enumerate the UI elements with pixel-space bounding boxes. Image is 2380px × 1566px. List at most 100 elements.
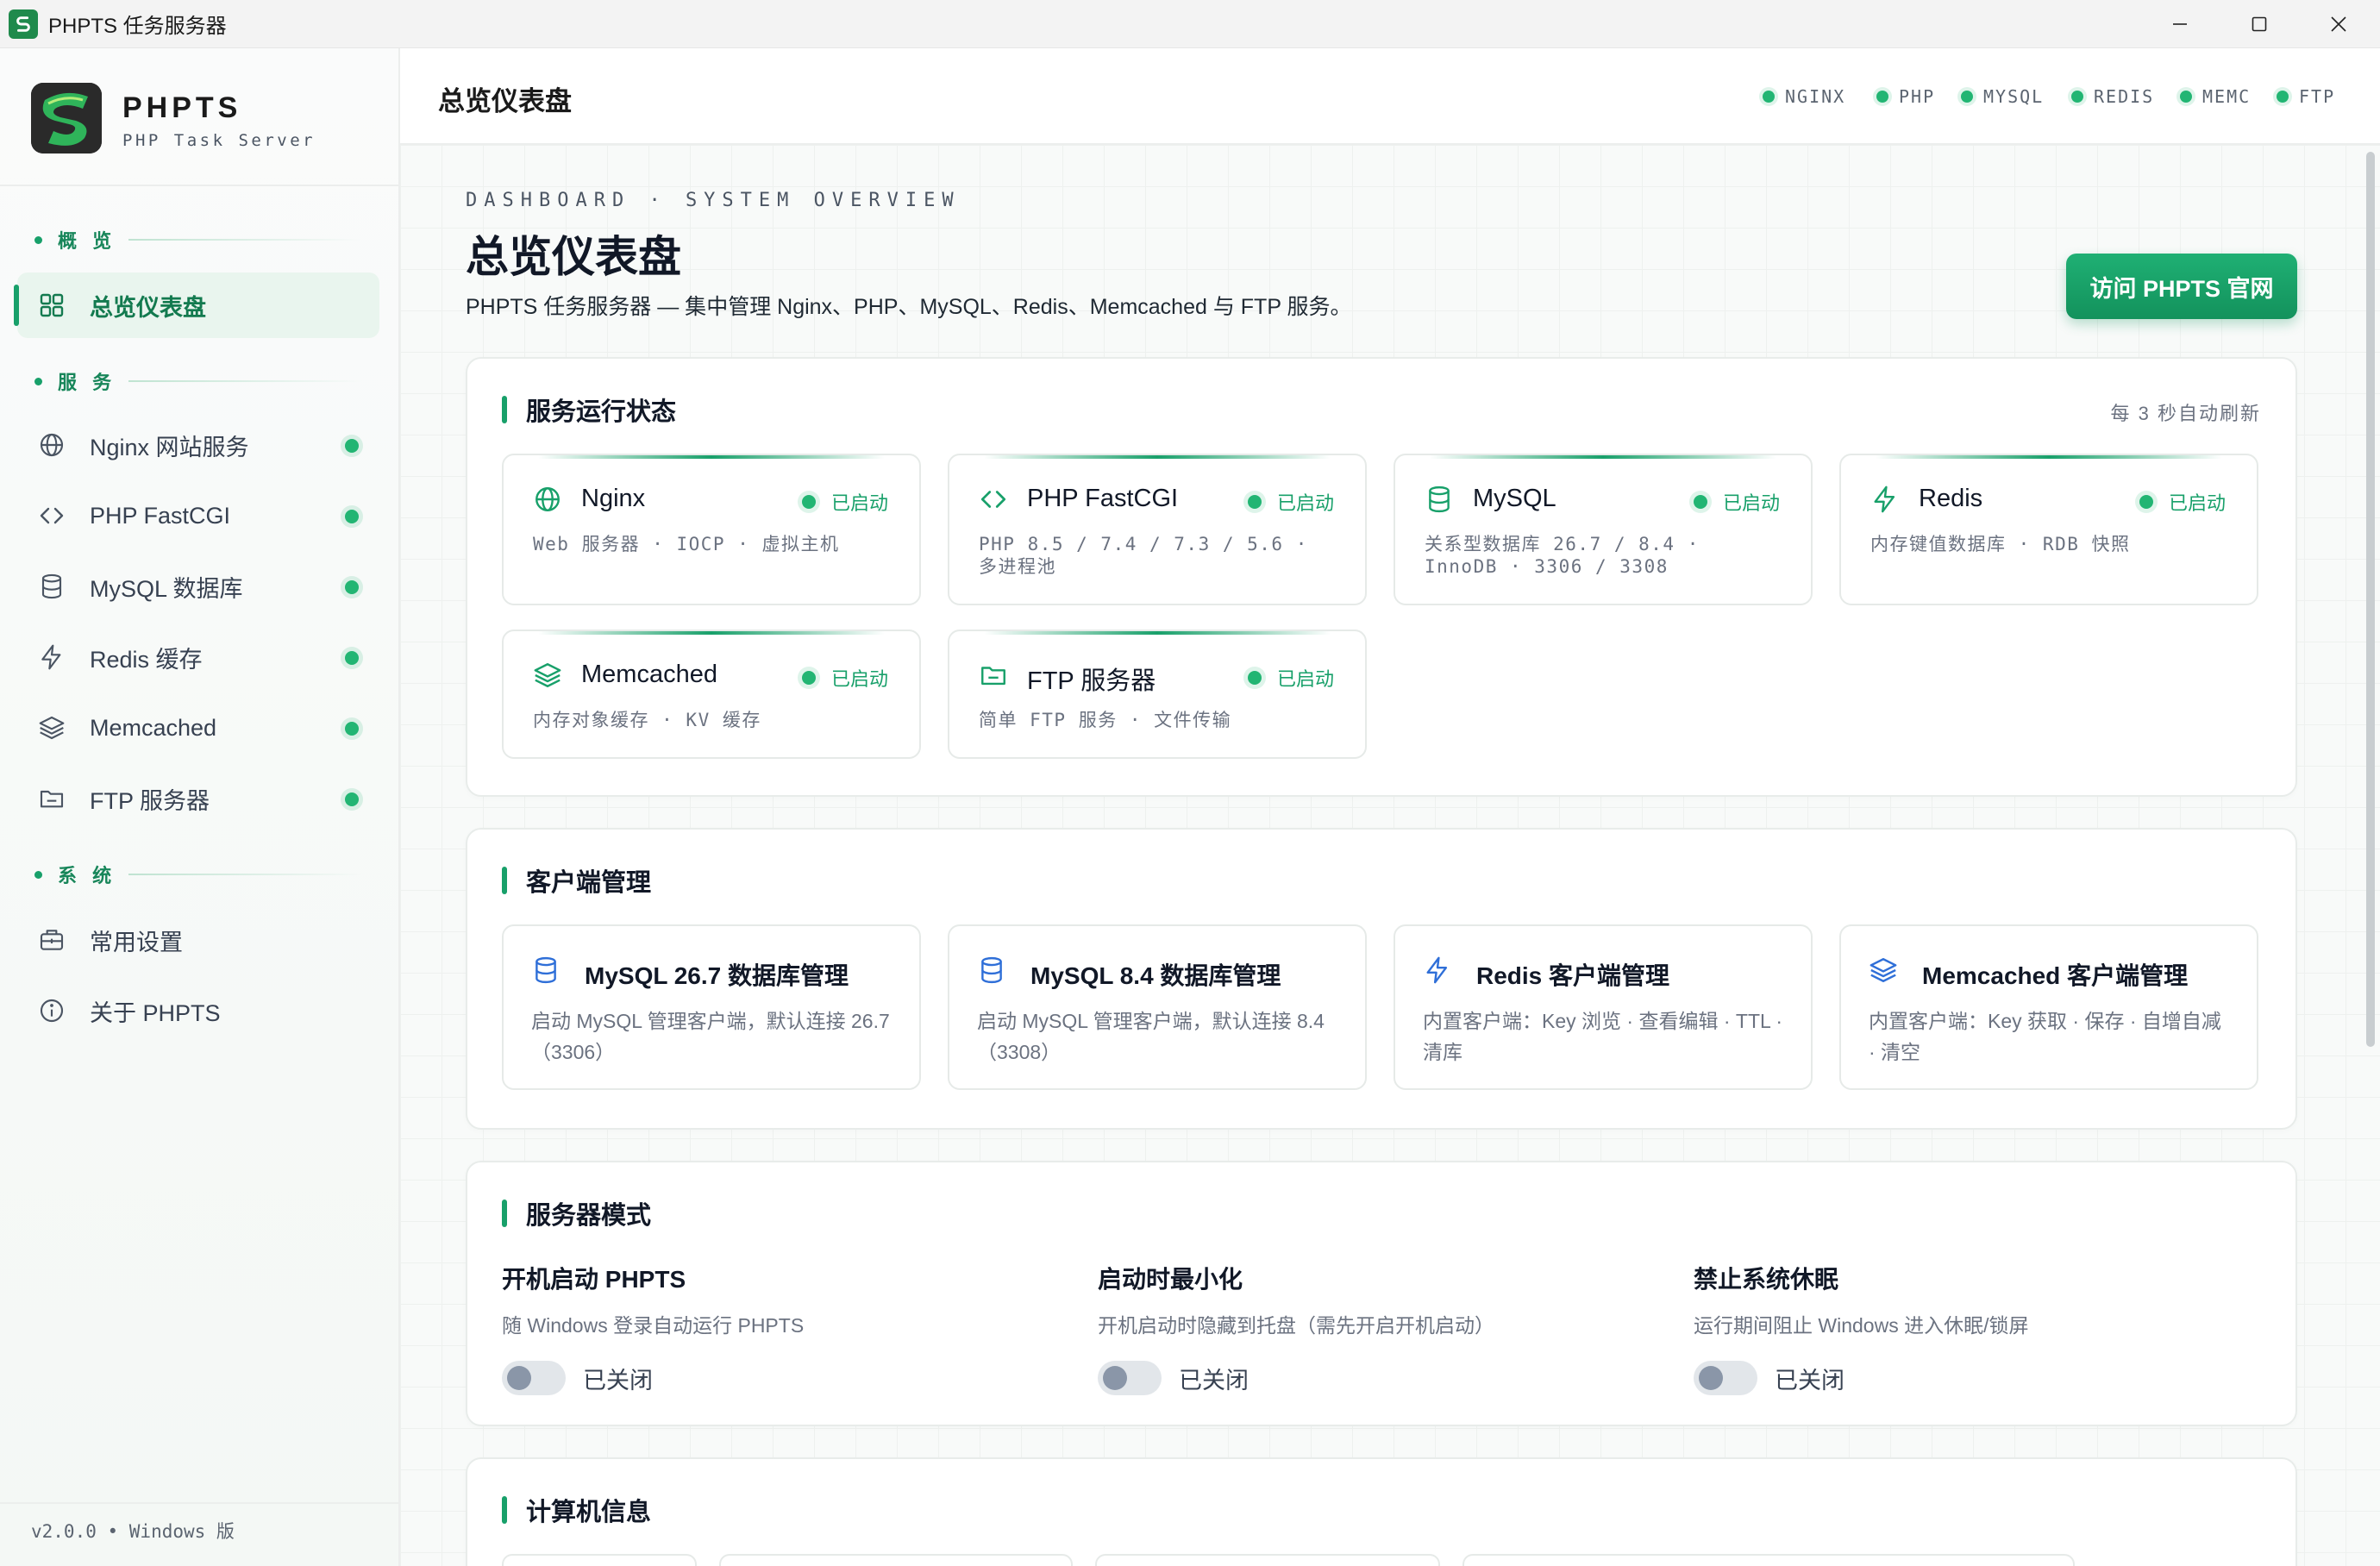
- client-card-mysql-26-7[interactable]: MySQL 26.7 数据库管理 启动 MySQL 管理客户端，默认连接 26.…: [502, 924, 921, 1090]
- service-name: Redis: [1919, 485, 1983, 512]
- visit-website-button[interactable]: 访问 PHPTS 官网: [2066, 254, 2297, 319]
- service-status-panel: 服务运行状态 每 3 秒自动刷新 Nginx 已启动 Web 服务器 · IOC…: [466, 357, 2297, 797]
- maximize-button[interactable]: [2220, 0, 2299, 48]
- sidebar-item-label: PHP FastCGI: [90, 502, 231, 529]
- client-name: MySQL 26.7 数据库管理: [585, 962, 849, 989]
- info-card: [502, 1554, 697, 1566]
- option-start-minimized: 启动时最小化 开机启动时隐藏到托盘（需先开启开机启动） 已关闭: [1098, 1261, 1650, 1395]
- status-chip-redis: REDIS: [2071, 85, 2154, 109]
- sidebar-item-dashboard[interactable]: 总览仪表盘: [14, 272, 379, 338]
- service-card-redis[interactable]: Redis 已启动 内存键值数据库 · RDB 快照: [1839, 454, 2258, 605]
- service-desc: PHP 8.5 / 7.4 / 7.3 / 5.6 · 多进程池: [979, 534, 1308, 577]
- page-description: PHPTS 任务服务器 — 集中管理 Nginx、PHP、MySQL、Redis…: [466, 295, 1352, 319]
- sidebar-item-label: Memcached: [90, 714, 217, 741]
- nav-section-system: 系 统: [34, 859, 362, 890]
- autostart-toggle[interactable]: [502, 1361, 566, 1395]
- panel-header: 客户端管理: [502, 866, 651, 897]
- folder-icon: [981, 667, 1005, 686]
- client-management-panel: 客户端管理 MySQL 26.7 数据库管理 启动 MySQL 管理客户端，默认…: [466, 828, 2297, 1130]
- database-icon: [981, 956, 1002, 984]
- layers-icon: [1870, 958, 1897, 982]
- prevent-sleep-toggle[interactable]: [1694, 1361, 1757, 1395]
- client-name: Redis 客户端管理: [1476, 962, 1670, 989]
- sidebar-item-mysql[interactable]: MySQL 数据库: [17, 554, 379, 619]
- info-card: [719, 1554, 1073, 1566]
- sidebar-item-ftp[interactable]: FTP 服务器: [17, 766, 379, 831]
- toggle-knob: [1103, 1366, 1127, 1390]
- sidebar-item-nginx[interactable]: Nginx 网站服务: [17, 412, 379, 478]
- client-card-mysql-8-4[interactable]: MySQL 8.4 数据库管理 启动 MySQL 管理客户端，默认连接 8.4（…: [948, 924, 1367, 1090]
- service-card-ftp[interactable]: FTP 服务器 已启动 简单 FTP 服务 · 文件传输: [948, 630, 1367, 759]
- page-title: 总览仪表盘: [466, 233, 681, 281]
- service-card-php[interactable]: PHP FastCGI 已启动 PHP 8.5 / 7.4 / 7.3 / 5.…: [948, 454, 1367, 605]
- start-minimized-toggle[interactable]: [1098, 1361, 1162, 1395]
- sidebar-item-label: FTP 服务器: [90, 787, 210, 814]
- sidebar: PHPTS PHP Task Server 概 览 总览仪表盘 服 务 Ngin…: [0, 48, 400, 1566]
- info-card: [1095, 1554, 1440, 1566]
- option-autostart: 开机启动 PHPTS 随 Windows 登录自动运行 PHPTS 已关闭: [502, 1261, 1054, 1395]
- server-mode-panel: 服务器模式 开机启动 PHPTS 随 Windows 登录自动运行 PHPTS …: [466, 1161, 2297, 1426]
- app-logo-icon: [9, 9, 38, 39]
- status-chip-memc: MEMC: [2180, 85, 2251, 109]
- status-badge: 已启动: [1247, 488, 1334, 516]
- client-card-memcached[interactable]: Memcached 客户端管理 内置客户端：Key 获取 · 保存 · 自增自减…: [1839, 924, 2258, 1090]
- service-desc: 简单 FTP 服务 · 文件传输: [979, 710, 1232, 730]
- window-title: PHPTS 任务服务器: [48, 15, 227, 38]
- client-desc: 启动 MySQL 管理客户端，默认连接 26.7（3306）: [531, 1010, 890, 1063]
- database-icon: [536, 956, 556, 984]
- layers-icon: [534, 663, 561, 687]
- toolbox-icon: [40, 930, 64, 950]
- status-dot: [345, 792, 359, 806]
- window-titlebar: PHPTS 任务服务器: [0, 0, 2380, 48]
- bolt-icon: [41, 644, 61, 670]
- sidebar-item-label: MySQL 数据库: [90, 575, 243, 602]
- service-desc: 内存对象缓存 · KV 缓存: [533, 710, 761, 730]
- client-name: MySQL 8.4 数据库管理: [1030, 962, 1281, 989]
- status-badge: 已启动: [1693, 488, 1780, 516]
- globe-icon: [536, 487, 560, 511]
- close-button[interactable]: [2299, 0, 2378, 48]
- layers-icon: [39, 716, 65, 740]
- info-card: [1462, 1554, 2075, 1566]
- scrollbar[interactable]: [2366, 152, 2375, 1047]
- sidebar-item-settings[interactable]: 常用设置: [17, 907, 379, 973]
- database-icon: [41, 573, 62, 599]
- code-icon: [980, 491, 1006, 508]
- minimize-button[interactable]: [2140, 0, 2220, 48]
- status-dot: [345, 510, 359, 523]
- panel-header: 服务运行状态: [502, 395, 676, 426]
- sidebar-item-memcached[interactable]: Memcached: [17, 695, 379, 761]
- service-card-mysql[interactable]: MySQL 已启动 关系型数据库 26.7 / 8.4 · InnoDB · 3…: [1394, 454, 1813, 605]
- service-name: Memcached: [581, 661, 717, 688]
- service-name: PHP FastCGI: [1027, 485, 1179, 512]
- page-eyebrow: DASHBOARD · SYSTEM OVERVIEW: [466, 190, 961, 211]
- service-card-nginx[interactable]: Nginx 已启动 Web 服务器 · IOCP · 虚拟主机: [502, 454, 921, 605]
- client-desc: 内置客户端：Key 获取 · 保存 · 自增自减 · 清空: [1869, 1010, 2221, 1063]
- service-name: FTP 服务器: [1027, 667, 1156, 695]
- sidebar-item-redis[interactable]: Redis 缓存: [17, 624, 379, 690]
- option-desc: 开机启动时隐藏到托盘（需先开启开机启动）: [1098, 1314, 1494, 1337]
- main-header: 总览仪表盘 NGINX PHP MYSQL REDIS MEMC FTP: [400, 48, 2380, 145]
- service-card-memcached[interactable]: Memcached 已启动 内存对象缓存 · KV 缓存: [502, 630, 921, 759]
- sidebar-item-php[interactable]: PHP FastCGI: [17, 483, 379, 548]
- maximize-icon: [2252, 16, 2267, 32]
- status-chip-mysql: MYSQL: [1961, 85, 2044, 109]
- minimize-icon: [2173, 23, 2187, 25]
- brand-logo-icon: [31, 83, 102, 153]
- nav-section-overview: 概 览: [34, 224, 362, 255]
- panel-header: 计算机信息: [502, 1495, 651, 1526]
- database-icon: [1429, 485, 1450, 513]
- service-desc: 内存键值数据库 · RDB 快照: [1870, 534, 2131, 554]
- status-badge: 已启动: [2139, 488, 2226, 516]
- toggle-state: 已关闭: [583, 1367, 653, 1394]
- status-badge: 已启动: [801, 488, 888, 516]
- service-name: Nginx: [581, 485, 646, 512]
- bolt-icon: [1426, 956, 1448, 984]
- toggle-knob: [507, 1366, 531, 1390]
- client-card-redis[interactable]: Redis 客户端管理 内置客户端：Key 浏览 · 查看编辑 · TTL · …: [1394, 924, 1813, 1090]
- sidebar-item-about[interactable]: 关于 PHPTS: [17, 978, 379, 1043]
- bolt-icon: [1874, 485, 1895, 513]
- brand-name: PHPTS: [122, 91, 242, 124]
- sidebar-item-label: 总览仪表盘: [90, 294, 206, 321]
- version-label: v2.0.0 • Windows 版: [31, 1521, 235, 1542]
